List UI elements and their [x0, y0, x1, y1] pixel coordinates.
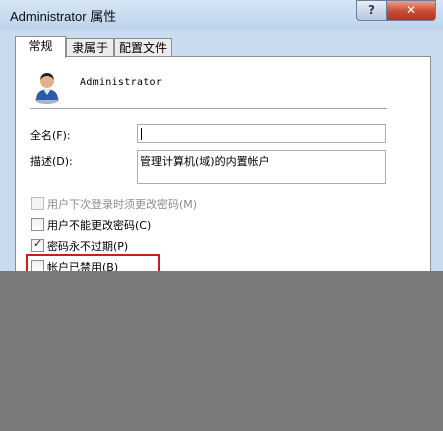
- checkmark-icon: ✓: [33, 237, 43, 250]
- tab-member-of[interactable]: 隶属于: [66, 38, 114, 56]
- description-label: 描述(D):: [30, 155, 73, 168]
- description-value: 管理计算机(域)的内置帐户: [140, 155, 270, 168]
- properties-dialog: Administrator 属性 ? ✕ 常规 隶属于 配置文件 Adminis…: [0, 0, 443, 431]
- fullname-label: 全名(F):: [30, 129, 71, 142]
- text-caret: [141, 128, 142, 140]
- option-label: 用户不能更改密码(C): [47, 219, 152, 232]
- option-label: 用户下次登录时须更改密码(M): [47, 198, 198, 211]
- close-button[interactable]: ✕: [386, 0, 436, 21]
- help-button[interactable]: ?: [356, 0, 387, 21]
- description-input[interactable]: 管理计算机(域)的内置帐户: [137, 150, 386, 184]
- checkbox[interactable]: [31, 218, 44, 231]
- window-title: Administrator 属性: [10, 9, 117, 24]
- tab-general[interactable]: 常规: [15, 36, 66, 58]
- username-display: Administrator: [80, 77, 163, 88]
- gray-overlay: [0, 271, 443, 431]
- user-icon: [35, 73, 59, 104]
- checkbox[interactable]: ✓: [31, 237, 44, 252]
- tab-profile[interactable]: 配置文件: [114, 38, 172, 56]
- title-bar[interactable]: Administrator 属性 ? ✕: [0, 0, 443, 30]
- fullname-input[interactable]: [137, 124, 386, 143]
- checkbox[interactable]: [31, 197, 44, 210]
- option-label: 密码永不过期(P): [47, 240, 129, 253]
- divider: [30, 108, 387, 110]
